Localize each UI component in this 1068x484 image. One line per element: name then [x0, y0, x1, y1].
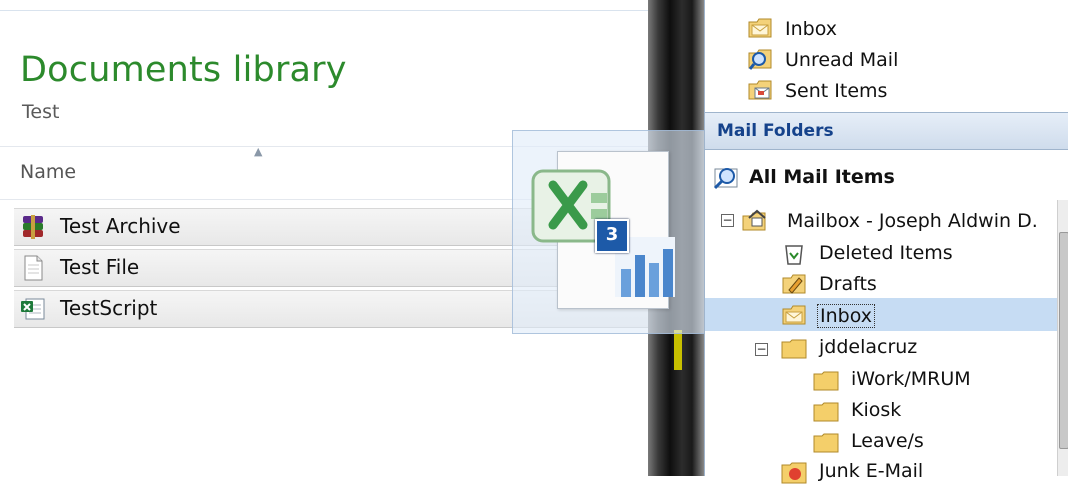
selected-folder-row[interactable] [705, 298, 1068, 331]
folder-icon [813, 433, 839, 453]
drafts-icon [782, 274, 806, 294]
file-name: TestScript [60, 296, 158, 320]
tree-deleted-items[interactable]: Deleted Items [819, 242, 953, 264]
favorite-sent-items[interactable]: Sent Items [785, 80, 887, 102]
tree-user-folder[interactable]: jddelacruz [819, 336, 917, 358]
file-name: Test File [60, 255, 140, 279]
tree-subfolder[interactable]: Kiosk [851, 399, 901, 421]
divider-line [0, 10, 650, 11]
search-folder-icon [748, 49, 772, 70]
edge-highlight [674, 330, 682, 370]
all-mail-items-label: All Mail Items [749, 166, 895, 188]
column-name-label: Name [20, 161, 77, 183]
outlook-navigation-pane: Inbox Unread Mail Sent Items Mail Folder… [704, 0, 1068, 484]
scrollbar-thumb[interactable] [1059, 232, 1068, 449]
tree-subfolder[interactable]: iWork/MRUM [851, 368, 971, 390]
drag-count-badge: 3 [595, 219, 629, 253]
winrar-archive-icon [23, 215, 43, 239]
drag-preview: 3 [512, 130, 714, 334]
library-subtitle: Test [22, 101, 60, 123]
tree-inbox[interactable]: Inbox [817, 304, 875, 328]
folder-icon [813, 402, 839, 422]
tree-junk-email[interactable]: Junk E-Mail [819, 460, 923, 482]
tree-drafts[interactable]: Drafts [819, 273, 877, 295]
deleted-items-icon [785, 245, 803, 265]
tree-mailbox[interactable]: Mailbox - Joseph Aldwin D. [787, 210, 1038, 232]
collapse-toggle[interactable]: − [755, 343, 768, 356]
favorite-inbox[interactable]: Inbox [785, 18, 837, 40]
search-folder-icon [713, 168, 738, 190]
sort-ascending-icon: ▲ [254, 145, 263, 158]
folder-icon [781, 339, 807, 359]
collapse-toggle[interactable]: − [721, 214, 734, 227]
junk-mail-icon [781, 462, 807, 484]
file-name: Test Archive [60, 214, 181, 238]
tree-subfolder[interactable]: Leave/s [851, 430, 924, 452]
text-file-icon [24, 255, 43, 281]
mail-folders-header[interactable]: Mail Folders [705, 112, 1068, 150]
library-title: Documents library [20, 50, 347, 90]
folder-icon [813, 371, 839, 391]
sent-items-icon [748, 80, 772, 100]
mailbox-home-icon [742, 209, 766, 231]
mail-folders-label: Mail Folders [717, 121, 834, 141]
inbox-envelope-icon [782, 305, 806, 325]
excel-script-icon [21, 298, 45, 320]
favorite-unread-mail[interactable]: Unread Mail [785, 49, 898, 71]
inbox-envelope-icon [748, 18, 772, 38]
all-mail-items[interactable]: All Mail Items [705, 154, 1068, 198]
